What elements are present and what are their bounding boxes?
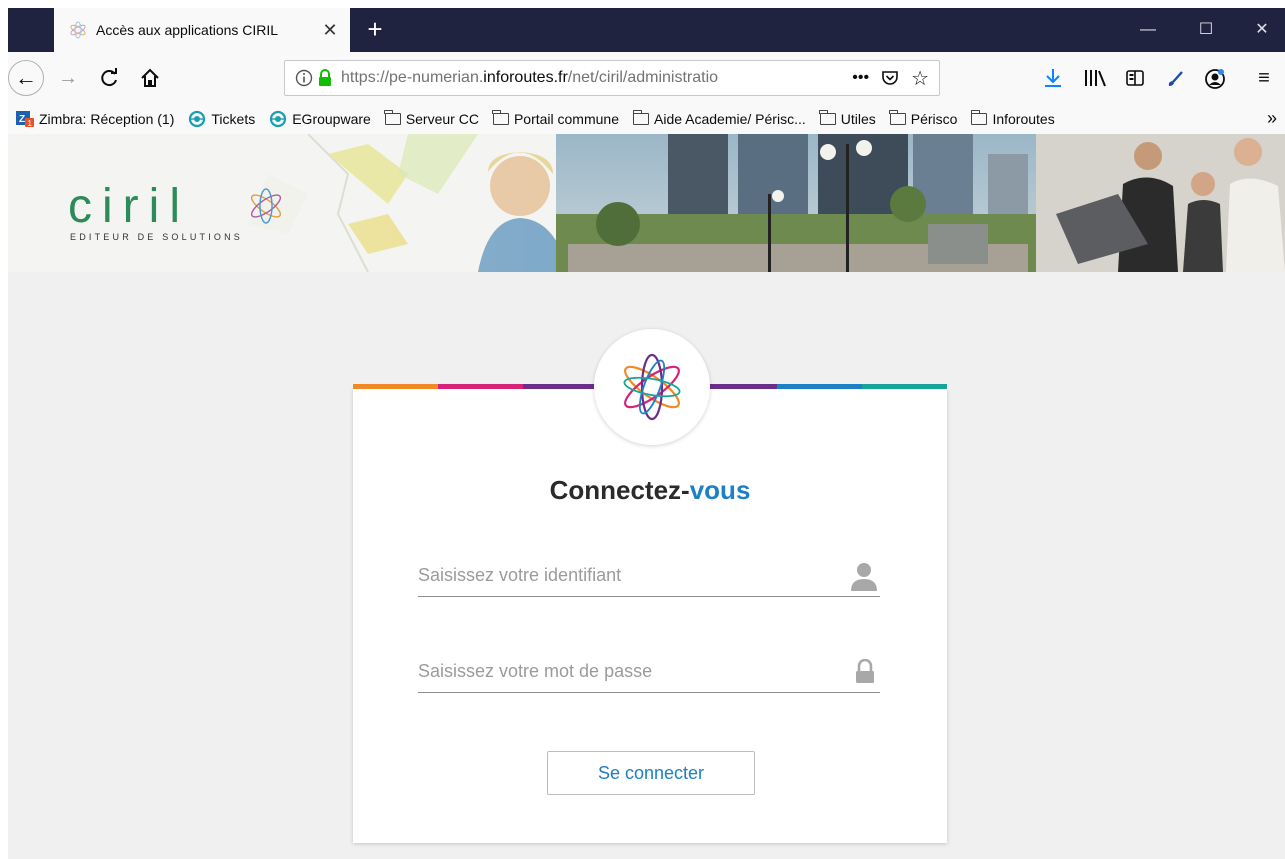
- tab-bar: Accès aux applications CIRIL ✕ + — ☐ ✕: [8, 8, 1285, 52]
- close-window-icon[interactable]: ✕: [1239, 8, 1285, 52]
- bookmarks-overflow-icon[interactable]: »: [1267, 108, 1277, 129]
- username-input[interactable]: [418, 557, 828, 593]
- groupware-icon: [270, 110, 287, 128]
- back-button[interactable]: ←: [8, 60, 44, 96]
- reload-icon: [101, 68, 117, 87]
- atom-logo-icon: [623, 353, 681, 421]
- minimize-icon[interactable]: —: [1125, 8, 1171, 52]
- bookmark-label: EGroupware: [292, 111, 371, 127]
- header-banner: ciril EDITEUR DE SOLUTIONS: [8, 134, 1285, 272]
- bookmarks-toolbar: Z 1 Zimbra: Réception (1) Tickets EGroup…: [8, 104, 1285, 134]
- ciril-favicon-icon: [70, 21, 86, 39]
- bookmark-folder[interactable]: Inforoutes: [970, 110, 1055, 127]
- logo-badge: [594, 329, 710, 445]
- forward-button[interactable]: →: [52, 62, 84, 94]
- bookmark-item[interactable]: EGroupware: [269, 110, 371, 128]
- bookmark-item[interactable]: Z 1 Zimbra: Réception (1): [16, 111, 174, 127]
- bookmark-star-icon[interactable]: ☆: [911, 66, 929, 91]
- bookmark-label: Périsco: [910, 111, 958, 127]
- svg-text:1: 1: [28, 119, 33, 127]
- bookmark-label: Utiles: [840, 111, 876, 127]
- bookmark-label: Tickets: [211, 111, 256, 127]
- bookmark-folder[interactable]: Portail commune: [492, 110, 619, 127]
- bookmark-label: Serveur CC: [405, 111, 479, 127]
- folder-icon: [889, 110, 906, 125]
- page-actions-icon[interactable]: •••: [852, 69, 869, 87]
- home-icon: [141, 68, 159, 87]
- new-tab-button[interactable]: +: [360, 14, 390, 44]
- menu-icon[interactable]: ≡: [1248, 62, 1280, 94]
- password-field[interactable]: [418, 653, 880, 693]
- folder-icon: [632, 110, 649, 125]
- login-card: Connectez-vous Se connecter: [353, 329, 948, 843]
- folder-icon: [819, 110, 836, 125]
- brand-logo-text: ciril: [68, 180, 190, 233]
- password-input[interactable]: [418, 653, 828, 689]
- navigation-toolbar: ← → https://pe-numerian.inforoutes.fr/ne…: [8, 52, 1285, 104]
- url-text[interactable]: https://pe-numerian.inforoutes.fr/net/ci…: [341, 69, 801, 87]
- library-icon[interactable]: [1084, 69, 1106, 87]
- extension-brush-icon[interactable]: [1166, 70, 1184, 88]
- pocket-icon[interactable]: [881, 69, 899, 87]
- tab-title: Accès aux applications CIRIL: [96, 22, 279, 38]
- folder-icon: [970, 110, 988, 125]
- bookmark-folder[interactable]: Aide Academie/ Périsc...: [632, 110, 806, 127]
- bookmark-item[interactable]: Tickets: [188, 110, 255, 128]
- url-bar[interactable]: https://pe-numerian.inforoutes.fr/net/ci…: [284, 60, 940, 96]
- bookmark-label: Portail commune: [513, 111, 619, 127]
- bookmark-folder[interactable]: Périsco: [889, 110, 958, 127]
- info-icon[interactable]: [295, 69, 313, 87]
- download-icon[interactable]: [1044, 68, 1062, 88]
- tab-close-icon[interactable]: ✕: [320, 20, 340, 41]
- zimbra-icon: Z 1: [16, 111, 34, 127]
- maximize-icon[interactable]: ☐: [1183, 8, 1229, 52]
- username-field[interactable]: [418, 557, 880, 597]
- folder-icon: [384, 110, 401, 125]
- bookmark-folder[interactable]: Serveur CC: [384, 110, 479, 127]
- padlock-icon: [856, 659, 874, 683]
- sidebar-icon[interactable]: [1126, 69, 1144, 87]
- browser-tab[interactable]: Accès aux applications CIRIL ✕: [54, 8, 350, 52]
- reload-button[interactable]: [94, 62, 126, 94]
- bookmark-label: Zimbra: Réception (1): [39, 111, 175, 127]
- lock-icon: [319, 69, 331, 86]
- banner-image: ciril EDITEUR DE SOLUTIONS: [8, 134, 1285, 272]
- folder-icon: [492, 110, 509, 125]
- bookmark-folder[interactable]: Utiles: [819, 110, 876, 127]
- svg-text:Z: Z: [19, 114, 25, 125]
- bookmark-label: Inforoutes: [992, 111, 1055, 127]
- home-button[interactable]: [134, 62, 166, 94]
- url-actions: ••• ☆: [852, 61, 929, 95]
- account-icon[interactable]: [1204, 68, 1226, 90]
- login-heading: Connectez-vous: [549, 475, 751, 505]
- brand-tagline: EDITEUR DE SOLUTIONS: [70, 232, 243, 242]
- user-icon: [851, 563, 877, 591]
- login-button[interactable]: Se connecter: [547, 751, 755, 795]
- bookmark-label: Aide Academie/ Périsc...: [654, 111, 806, 127]
- groupware-icon: [189, 110, 206, 128]
